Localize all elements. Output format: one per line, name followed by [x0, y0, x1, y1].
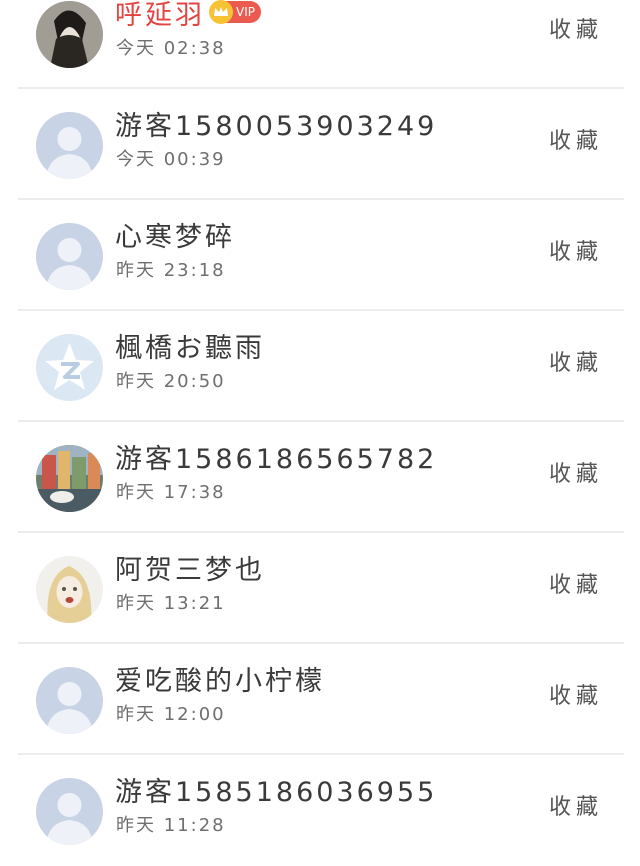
- timestamp: 今天 00:39: [116, 149, 226, 170]
- timestamp: 昨天 20:50: [116, 371, 226, 392]
- crown-icon: [209, 0, 233, 24]
- photo-avatar-icon: [36, 445, 103, 512]
- list-item[interactable]: 游客1586186565782 昨天 17:38 收藏: [0, 422, 640, 533]
- avatar[interactable]: [36, 1, 103, 68]
- photo-avatar-icon: [36, 1, 103, 68]
- list-item[interactable]: 游客1580053903249 今天 00:39 收藏: [0, 89, 640, 200]
- list-item[interactable]: 游客1585186036955 昨天 11:28 收藏: [0, 755, 640, 866]
- default-user-icon: [36, 667, 103, 734]
- list-item[interactable]: 楓橋お聽雨 昨天 20:50 收藏: [0, 311, 640, 422]
- favorite-button[interactable]: 收藏: [549, 567, 603, 599]
- list-item[interactable]: 阿贺三梦也 昨天 13:21 收藏: [0, 533, 640, 644]
- avatar[interactable]: [36, 667, 103, 734]
- favorite-button[interactable]: 收藏: [549, 12, 603, 44]
- list-item[interactable]: 呼延羽 VIP 今天 02:38 收藏: [0, 0, 640, 89]
- comment-user-list: 呼延羽 VIP 今天 02:38 收藏 游客1580053903249 今天 0…: [0, 0, 640, 866]
- default-user-icon: [36, 223, 103, 290]
- avatar[interactable]: [36, 112, 103, 179]
- timestamp: 昨天 12:00: [116, 704, 226, 725]
- favorite-button[interactable]: 收藏: [549, 789, 603, 821]
- favorite-button[interactable]: 收藏: [549, 123, 603, 155]
- username[interactable]: 阿贺三梦也: [115, 548, 265, 587]
- username[interactable]: 呼延羽: [115, 0, 205, 32]
- avatar[interactable]: [36, 778, 103, 845]
- vip-badge: VIP: [209, 0, 261, 24]
- favorite-button[interactable]: 收藏: [549, 234, 603, 266]
- favorite-button[interactable]: 收藏: [549, 456, 603, 488]
- username[interactable]: 游客1580053903249: [115, 104, 437, 143]
- timestamp: 今天 02:38: [116, 38, 226, 59]
- favorite-button[interactable]: 收藏: [549, 345, 603, 377]
- timestamp: 昨天 13:21: [116, 593, 226, 614]
- timestamp: 昨天 23:18: [116, 260, 226, 281]
- qzone-star-icon: [36, 334, 103, 401]
- default-user-icon: [36, 778, 103, 845]
- avatar[interactable]: [36, 445, 103, 512]
- avatar[interactable]: [36, 223, 103, 290]
- username[interactable]: 游客1586186565782: [115, 437, 437, 476]
- username[interactable]: 心寒梦碎: [115, 215, 235, 254]
- username[interactable]: 游客1585186036955: [115, 770, 437, 809]
- timestamp: 昨天 17:38: [116, 482, 226, 503]
- timestamp: 昨天 11:28: [116, 815, 226, 836]
- username[interactable]: 爱吃酸的小柠檬: [115, 659, 325, 698]
- photo-avatar-icon: [36, 556, 103, 623]
- vip-label: VIP: [236, 5, 255, 19]
- username[interactable]: 楓橋お聽雨: [115, 326, 265, 365]
- favorite-button[interactable]: 收藏: [549, 678, 603, 710]
- avatar[interactable]: [36, 556, 103, 623]
- list-item[interactable]: 心寒梦碎 昨天 23:18 收藏: [0, 200, 640, 311]
- avatar[interactable]: [36, 334, 103, 401]
- default-user-icon: [36, 112, 103, 179]
- list-item[interactable]: 爱吃酸的小柠檬 昨天 12:00 收藏: [0, 644, 640, 755]
